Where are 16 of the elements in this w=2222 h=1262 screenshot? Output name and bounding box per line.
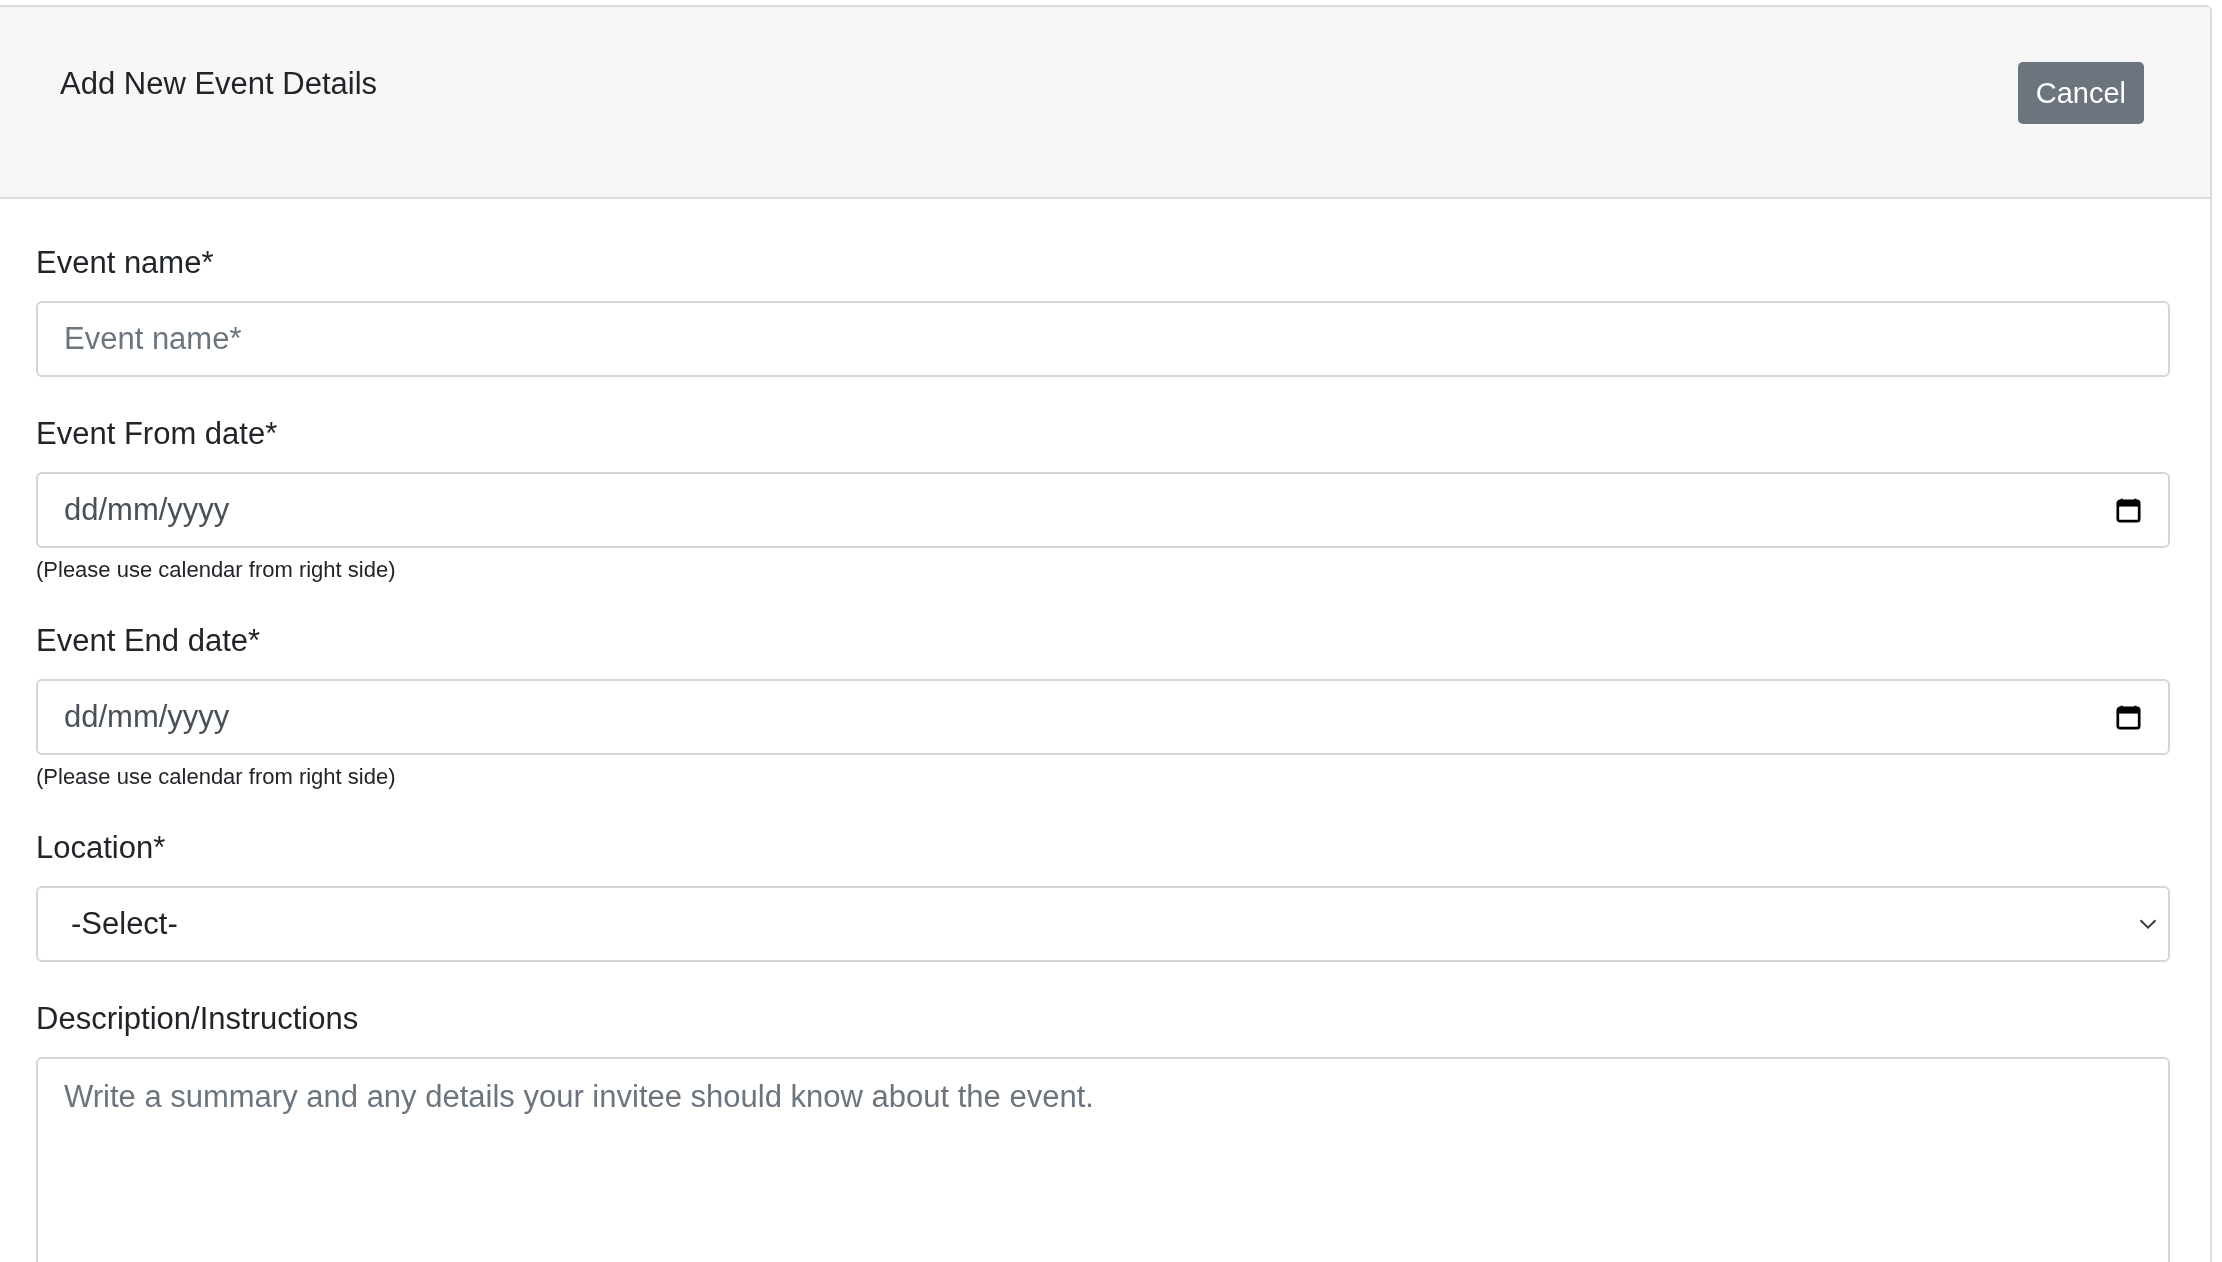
form-title: Add New Event Details: [60, 65, 378, 103]
date-field[interactable]: dd/mm/yyyy: [36, 679, 2170, 755]
field-label: Event End date*: [36, 622, 261, 660]
help-text: (Please use calendar from right side): [36, 556, 396, 584]
field-label: Location*: [36, 829, 166, 867]
field-label: Event From date*: [36, 415, 278, 453]
description-field[interactable]: Write a summary and any details your invitee should know about the event.: [36, 1057, 2170, 1262]
text-field[interactable]: Event name*: [36, 301, 2170, 377]
calendar-icon[interactable]: [2115, 496, 2142, 524]
field-label: Event name*: [36, 244, 214, 282]
field-label: Description/Instructions: [36, 1000, 359, 1038]
calendar-icon[interactable]: [2115, 703, 2142, 731]
select-field[interactable]: -Select-: [36, 886, 2170, 962]
date-field[interactable]: dd/mm/yyyy: [36, 472, 2170, 548]
help-text: (Please use calendar from right side): [36, 763, 396, 791]
cancel-button[interactable]: Cancel: [2017, 62, 2144, 124]
